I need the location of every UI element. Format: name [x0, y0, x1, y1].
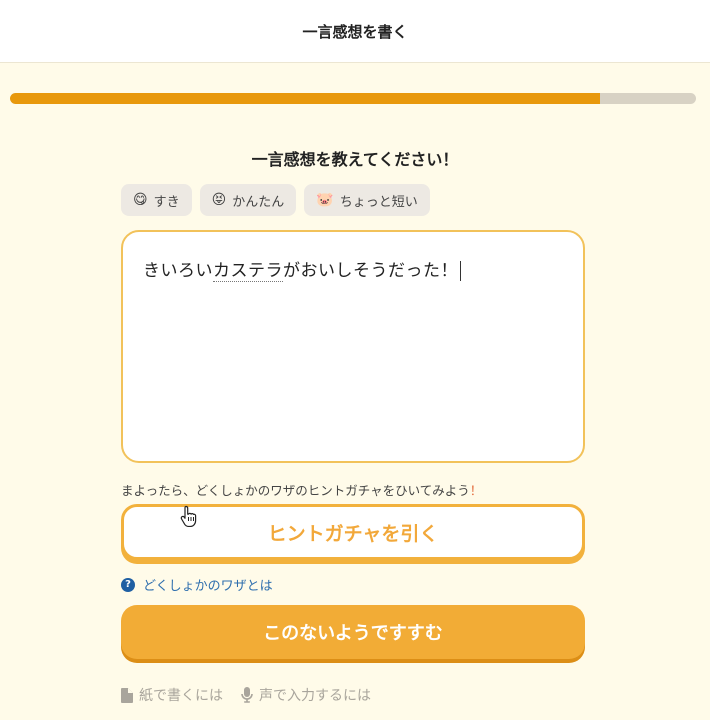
question-circle-icon: ? — [121, 577, 135, 592]
paper-writing-link[interactable]: 紙で書くには — [121, 685, 223, 705]
chip-label: ちょっと短い — [339, 194, 418, 210]
voice-input-link[interactable]: 声で入力するには — [241, 685, 371, 705]
hand-cursor-icon — [180, 505, 197, 527]
footer-links: 紙で書くには 声で入力するには — [121, 685, 371, 705]
hint-exclamation: ！ — [469, 483, 483, 498]
header-bar: 一言感想を書く — [0, 0, 710, 63]
chip-chotto-mijikai[interactable]: 🐷 ちょっと短い — [304, 184, 430, 216]
tongue-face-icon: 😝 — [211, 192, 227, 208]
hint-message: まよったら、どくしょかのワザのヒントガチャをひいてみよう！ — [121, 480, 482, 499]
text-after: がおいしそうだった！ — [283, 261, 458, 281]
help-link-label: どくしょかのワザとは — [143, 579, 273, 594]
chip-kantan[interactable]: 😝 かんたん — [199, 184, 297, 216]
text-before: きいろい — [143, 261, 213, 281]
chip-suki[interactable]: 😋 すき — [121, 184, 192, 216]
text-caret — [460, 261, 461, 281]
microphone-icon — [241, 687, 253, 703]
document-icon — [121, 687, 133, 703]
hint-message-text: まよったら、どくしょかのワザのヒントガチャをひいてみよう — [121, 483, 470, 498]
question-heading: 一言感想を教えてください！ — [251, 150, 459, 169]
voice-link-label: 声で入力するには — [259, 688, 371, 704]
paper-link-label: 紙で書くには — [139, 688, 223, 704]
chip-label: すき — [153, 194, 180, 210]
impression-textarea[interactable]: きいろいカステラがおいしそうだった！ — [121, 230, 585, 463]
yum-face-icon: 😋 — [133, 192, 148, 208]
progress-fill — [10, 93, 600, 104]
page-title: 一言感想を書く — [302, 22, 408, 41]
proceed-button[interactable]: このないようですすむ — [121, 605, 585, 659]
progress-bar — [10, 93, 696, 104]
text-underlined: カステラ — [213, 261, 283, 282]
pig-face-icon: 🐷 — [316, 192, 334, 208]
chip-label: かんたん — [232, 194, 285, 210]
technique-help-link[interactable]: ? どくしょかのワザとは — [121, 575, 273, 594]
suggestion-chips: 😋 すき 😝 かんたん 🐷 ちょっと短い — [121, 184, 430, 216]
